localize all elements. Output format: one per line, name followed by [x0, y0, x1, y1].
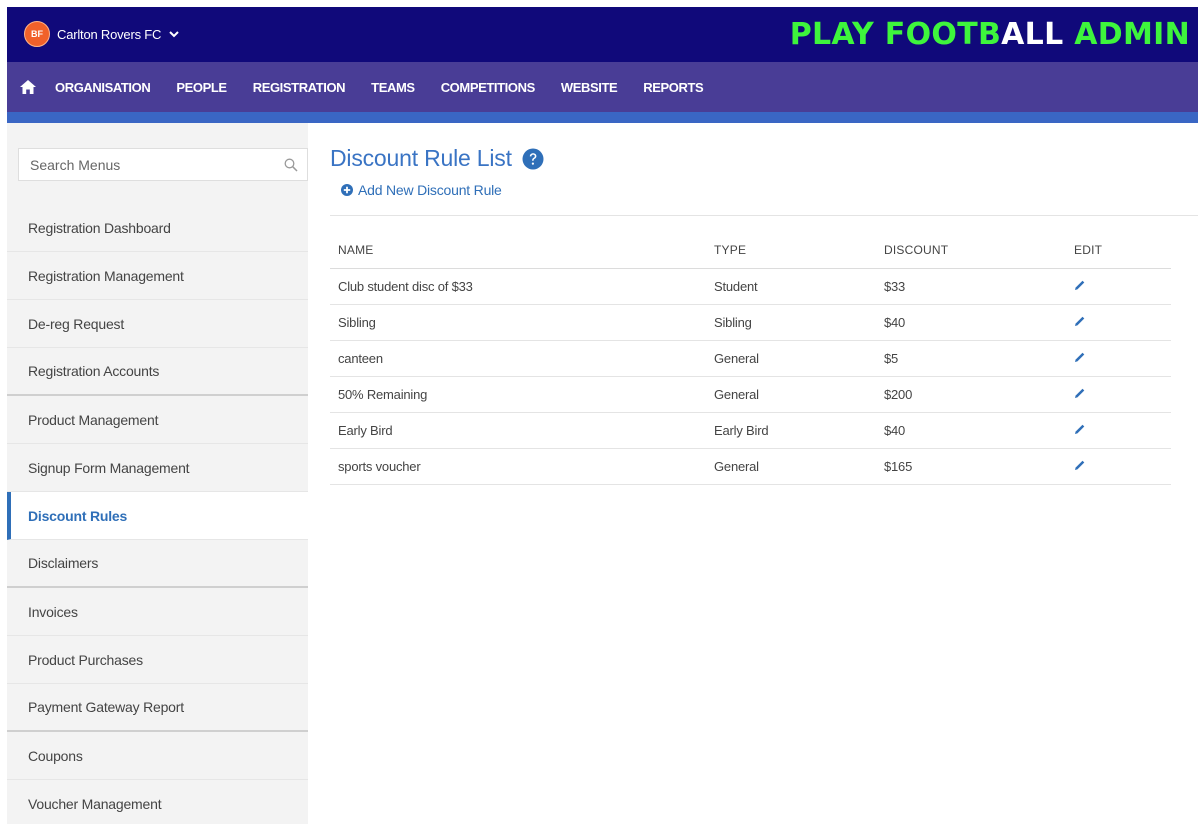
- search-icon[interactable]: [284, 158, 298, 172]
- cell-edit: [1066, 340, 1171, 377]
- club-switcher[interactable]: BF Carlton Rovers FC: [24, 21, 179, 47]
- sidebar-item-disclaimers[interactable]: Disclaimers: [7, 540, 308, 588]
- table-row: sports voucher General $165: [330, 448, 1171, 485]
- add-discount-rule-link[interactable]: Add New Discount Rule: [341, 182, 502, 198]
- cell-edit: [1066, 268, 1171, 305]
- divider: [330, 215, 1198, 216]
- cell-edit: [1066, 304, 1171, 341]
- discount-rules-table: NAME TYPE DISCOUNT EDIT Club student dis…: [330, 232, 1171, 485]
- search-box: [18, 148, 308, 181]
- add-discount-rule-label: Add New Discount Rule: [358, 182, 502, 198]
- sidebar-item-registration-management[interactable]: Registration Management: [7, 252, 308, 300]
- cell-edit: [1066, 376, 1171, 413]
- table-row: canteen General $5: [330, 340, 1171, 377]
- cell-edit: [1066, 448, 1171, 485]
- club-avatar: BF: [24, 21, 50, 47]
- cell-discount: $5: [876, 340, 1066, 377]
- page-title: Discount Rule List: [330, 145, 544, 172]
- cell-type: Sibling: [706, 304, 876, 341]
- sidebar-item-registration-accounts[interactable]: Registration Accounts: [7, 348, 308, 396]
- sidebar-item-discount-rules[interactable]: Discount Rules: [7, 492, 308, 540]
- sidebar-item-registration-dashboard[interactable]: Registration Dashboard: [7, 204, 308, 252]
- help-icon[interactable]: [522, 148, 544, 170]
- table-row: 50% Remaining General $200: [330, 376, 1171, 413]
- brand-logo: PLAY FOOTBALL ADMIN: [789, 17, 1190, 52]
- main-nav: ORGANISATION PEOPLE REGISTRATION TEAMS C…: [7, 62, 1198, 112]
- cell-name: canteen: [330, 340, 706, 377]
- nav-accent-bar: [7, 112, 1198, 123]
- plus-circle-icon: [341, 184, 353, 196]
- cell-name: Early Bird: [330, 412, 706, 449]
- home-icon[interactable]: [20, 80, 36, 94]
- table-row: Early Bird Early Bird $40: [330, 412, 1171, 449]
- table-row: Club student disc of $33 Student $33: [330, 268, 1171, 305]
- sidebar-item-signup-form-management[interactable]: Signup Form Management: [7, 444, 308, 492]
- cell-discount: $165: [876, 448, 1066, 485]
- sidebar-item-coupons[interactable]: Coupons: [7, 732, 308, 780]
- cell-type: Student: [706, 268, 876, 305]
- nav-people[interactable]: PEOPLE: [176, 80, 227, 95]
- pencil-icon[interactable]: [1074, 351, 1086, 363]
- sidebar-item-payment-gateway-report[interactable]: Payment Gateway Report: [7, 684, 308, 732]
- nav-teams[interactable]: TEAMS: [371, 80, 415, 95]
- sidebar-item-product-management[interactable]: Product Management: [7, 396, 308, 444]
- top-bar: BF Carlton Rovers FC PLAY FOOTBALL ADMIN: [7, 7, 1198, 62]
- pencil-icon[interactable]: [1074, 315, 1086, 327]
- nav-competitions[interactable]: COMPETITIONS: [441, 80, 536, 95]
- sidebar-item-de-reg-request[interactable]: De-reg Request: [7, 300, 308, 348]
- cell-name: Club student disc of $33: [330, 268, 706, 305]
- cell-discount: $200: [876, 376, 1066, 413]
- column-header-type: TYPE: [706, 232, 876, 269]
- pencil-icon[interactable]: [1074, 459, 1086, 471]
- column-header-name: NAME: [330, 232, 706, 269]
- chevron-down-icon: [169, 31, 179, 38]
- sidebar-item-invoices[interactable]: Invoices: [7, 588, 308, 636]
- cell-type: General: [706, 376, 876, 413]
- club-name: Carlton Rovers FC: [57, 26, 162, 42]
- cell-type: General: [706, 340, 876, 377]
- table-row: Sibling Sibling $40: [330, 304, 1171, 341]
- cell-discount: $40: [876, 412, 1066, 449]
- nav-website[interactable]: WEBSITE: [561, 80, 618, 95]
- nav-organisation[interactable]: ORGANISATION: [55, 80, 151, 95]
- sidebar-menu: Registration Dashboard Registration Mana…: [7, 204, 308, 824]
- column-header-discount: DISCOUNT: [876, 232, 1066, 269]
- cell-type: Early Bird: [706, 412, 876, 449]
- search-input[interactable]: [19, 156, 269, 173]
- sidebar-item-product-purchases[interactable]: Product Purchases: [7, 636, 308, 684]
- pencil-icon[interactable]: [1074, 423, 1086, 435]
- pencil-icon[interactable]: [1074, 279, 1086, 291]
- nav-registration[interactable]: REGISTRATION: [253, 80, 346, 95]
- pencil-icon[interactable]: [1074, 387, 1086, 399]
- cell-name: 50% Remaining: [330, 376, 706, 413]
- cell-type: General: [706, 448, 876, 485]
- cell-discount: $40: [876, 304, 1066, 341]
- nav-reports[interactable]: REPORTS: [643, 80, 703, 95]
- sidebar-item-voucher-management[interactable]: Voucher Management: [7, 780, 308, 824]
- cell-name: sports voucher: [330, 448, 706, 485]
- page-title-text: Discount Rule List: [330, 145, 512, 171]
- cell-discount: $33: [876, 268, 1066, 305]
- cell-edit: [1066, 412, 1171, 449]
- table-header-row: NAME TYPE DISCOUNT EDIT: [330, 232, 1171, 269]
- cell-name: Sibling: [330, 304, 706, 341]
- column-header-edit: EDIT: [1066, 232, 1171, 269]
- sidebar: Registration Dashboard Registration Mana…: [7, 123, 308, 824]
